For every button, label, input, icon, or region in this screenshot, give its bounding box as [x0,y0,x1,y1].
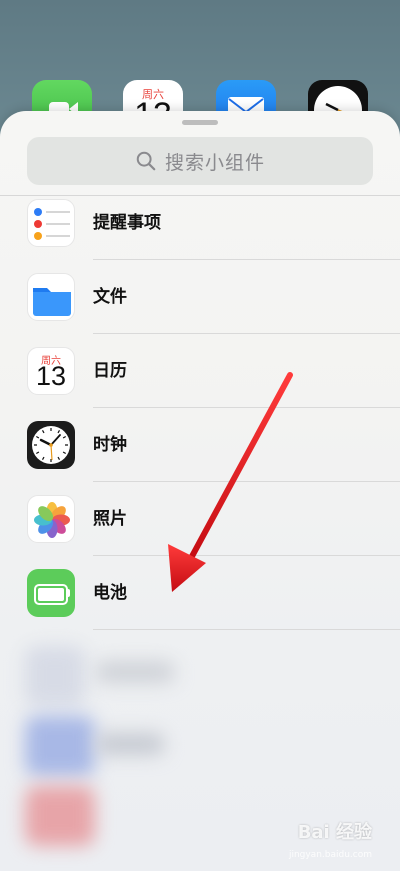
widget-row-clock[interactable]: 时钟 [0,408,400,482]
photos-icon [27,495,75,543]
sheet-grabber[interactable] [182,120,218,125]
clock-icon [27,421,75,469]
watermark-logo: Bai 经验 [297,822,372,843]
blurred-row-icon [25,786,95,846]
blurred-row-icon [25,646,85,706]
widget-label-reminders: 提醒事项 [93,213,161,233]
blurred-row-icon [25,716,95,776]
widget-row-battery[interactable]: 电池 [0,556,400,630]
files-icon [27,273,75,321]
widget-label-battery: 电池 [93,583,127,603]
blurred-row-label [95,661,175,683]
widget-row-photos[interactable]: 照片 [0,482,400,556]
calendar-icon-date: 13 [35,361,67,391]
widget-search-field[interactable]: 搜索小组件 [27,137,373,185]
watermark-url: jingyan.baidu.com [288,850,372,860]
widget-label-clock: 时钟 [93,435,127,455]
search-placeholder: 搜索小组件 [164,151,265,174]
widget-row-reminders[interactable]: 提醒事项 [0,186,400,260]
battery-icon [27,569,75,617]
widget-label-photos: 照片 [93,509,127,529]
widget-label-calendar: 日历 [93,361,127,381]
widget-row-files[interactable]: 文件 [0,260,400,334]
widget-gallery-sheet: 搜索小组件 提醒事项 文件 周六 13 日历 时钟 照片 电池 [0,111,400,871]
search-icon [136,151,156,171]
widget-row-calendar[interactable]: 周六 13 日历 [0,334,400,408]
widget-label-files: 文件 [93,287,127,307]
calendar-icon: 周六 13 [27,347,75,395]
blurred-row-label [95,733,165,755]
reminders-icon [27,199,75,247]
